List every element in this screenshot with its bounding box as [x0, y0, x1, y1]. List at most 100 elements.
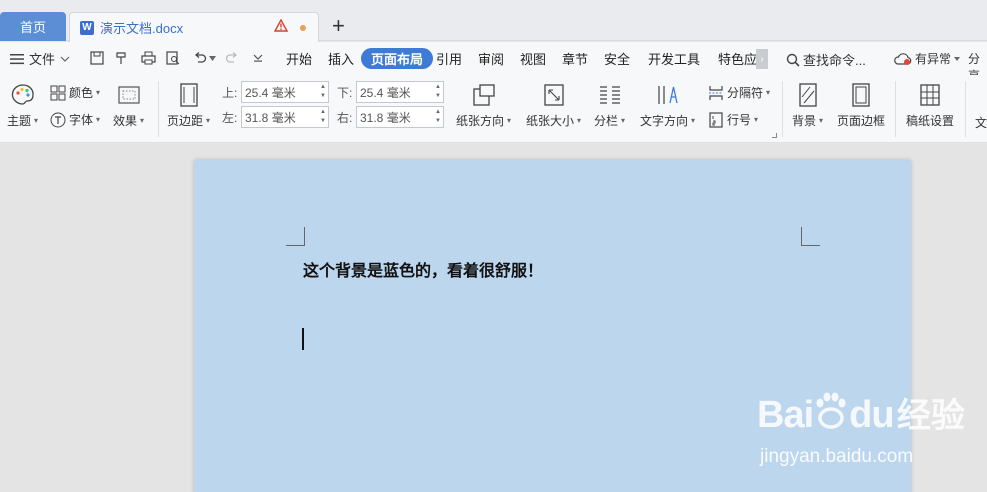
- bottom-margin-value: 25.4 毫米: [360, 85, 411, 100]
- color-scheme-icon: [50, 85, 66, 100]
- breaks-label: 分隔符: [727, 86, 764, 100]
- text-direction-label: 文字方向: [640, 114, 689, 128]
- warning-icon[interactable]: [273, 18, 289, 35]
- right-margin-input[interactable]: 31.8 毫米 ▲ ▼: [356, 106, 444, 128]
- margin-corner-mark: [801, 227, 820, 246]
- watermark-brand-du: du: [849, 394, 894, 436]
- font-scheme-button[interactable]: 字体 ▾: [50, 111, 100, 128]
- right-margin-label: 右:: [337, 111, 353, 125]
- text-direction-button[interactable]: 文字方向 ▾: [640, 83, 695, 129]
- font-scheme-label: 字体: [69, 113, 94, 127]
- dialog-launcher-icon[interactable]: [772, 133, 777, 138]
- customize-toolbar-icon[interactable]: [250, 50, 266, 66]
- page-border-button[interactable]: 页面边框: [837, 83, 885, 129]
- manuscript-settings-label: 稿纸设置: [906, 114, 955, 128]
- caret-down-icon: ▾: [577, 116, 582, 125]
- tab-insert[interactable]: 插入: [328, 48, 354, 69]
- cloud-warning-icon: [894, 52, 912, 65]
- caret-down-icon: ▾: [96, 88, 101, 97]
- new-tab-button[interactable]: +: [332, 14, 345, 38]
- search-placeholder: 查找命令...: [803, 53, 866, 68]
- tab-features[interactable]: 特色应: [718, 48, 757, 69]
- columns-button[interactable]: 分栏 ▾: [594, 83, 625, 129]
- tab-developer[interactable]: 开发工具: [648, 48, 700, 69]
- spinner-arrows-icon[interactable]: ▲ ▼: [320, 83, 326, 101]
- watermark-brand: Bai: [757, 394, 814, 436]
- tab-home[interactable]: 首页: [0, 12, 66, 41]
- manuscript-grid-icon: [920, 84, 940, 106]
- chevron-down-icon: [60, 56, 70, 62]
- tab-page-layout[interactable]: 页面布局: [361, 48, 434, 69]
- undo-icon[interactable]: [192, 50, 208, 66]
- margins-button[interactable]: 页边距 ▾: [167, 83, 210, 129]
- top-margin-input[interactable]: 25.4 毫米 ▲ ▼: [241, 81, 329, 103]
- tab-security[interactable]: 安全: [604, 48, 630, 69]
- format-painter-icon[interactable]: [114, 50, 130, 66]
- caret-down-icon: ▾: [754, 115, 759, 124]
- paw-logo-icon: [816, 392, 846, 429]
- background-button[interactable]: 背景 ▾: [792, 83, 823, 129]
- print-icon[interactable]: [140, 50, 156, 66]
- line-numbers-button[interactable]: 行号 ▾: [708, 111, 758, 128]
- palette-icon: [11, 84, 34, 105]
- spinner-arrows-icon[interactable]: ▲ ▼: [320, 108, 326, 126]
- caret-down-icon: ▾: [206, 116, 211, 125]
- effects-icon: [117, 86, 140, 104]
- effects-label: 效果: [113, 114, 138, 128]
- ribbon-page-layout: 主题 ▾ 颜色 ▾ 字体 ▾ 效果 ▾ 页边距 ▾ 上: 25.4 毫米 ▲ ▼ 左: 31.…: [0, 75, 987, 143]
- unsaved-dot-icon[interactable]: [300, 25, 306, 31]
- tab-chapter[interactable]: 章节: [562, 48, 588, 69]
- tab-document[interactable]: W 演示文档.docx: [69, 12, 319, 42]
- file-menu-button[interactable]: 文件: [10, 42, 70, 75]
- word-doc-icon: W: [80, 20, 94, 35]
- theme-label: 主题: [7, 114, 32, 128]
- menu-bar: 文件 开始 插入 页面布局 引用 审阅 视图 章节 安全 开发工具 特色应 › …: [0, 42, 987, 83]
- left-margin-input[interactable]: 31.8 毫米 ▲ ▼: [241, 106, 329, 128]
- caret-down-icon: ▾: [766, 88, 771, 97]
- paper-size-label: 纸张大小: [526, 114, 575, 128]
- margins-label: 页边距: [167, 114, 204, 128]
- save-icon[interactable]: [89, 50, 105, 66]
- spinner-arrows-icon[interactable]: ▲ ▼: [435, 83, 441, 101]
- command-search[interactable]: 查找命令...: [786, 50, 866, 69]
- document-paragraph[interactable]: 这个背景是蓝色的，看着很舒服！: [303, 257, 543, 281]
- sync-status[interactable]: 有异常: [894, 50, 961, 67]
- page-border-icon: [852, 83, 870, 107]
- caret-down-icon: [954, 56, 961, 61]
- background-label: 背景: [792, 114, 817, 128]
- line-numbers-label: 行号: [727, 113, 752, 127]
- paper-size-button[interactable]: 纸张大小 ▾: [526, 83, 581, 129]
- tab-bar: 首页 W 演示文档.docx +: [0, 0, 987, 42]
- tab-references[interactable]: 引用: [436, 48, 462, 69]
- color-button[interactable]: 颜色 ▾: [50, 84, 100, 101]
- right-margin-value: 31.8 毫米: [360, 110, 411, 125]
- manuscript-settings-button[interactable]: 稿纸设置: [906, 83, 954, 129]
- watermark-url: jingyan.baidu.com: [760, 446, 914, 467]
- chevron-right-icon: ›: [760, 53, 764, 65]
- caret-down-icon: ▾: [140, 116, 145, 125]
- tab-review[interactable]: 审阅: [478, 48, 504, 69]
- tab-start[interactable]: 开始: [286, 48, 312, 69]
- orientation-button[interactable]: 纸张方向 ▾: [456, 83, 511, 129]
- paper-size-icon: [543, 84, 564, 106]
- hamburger-icon: [10, 53, 24, 64]
- tab-view[interactable]: 视图: [520, 48, 546, 69]
- text-wrap-button-cut[interactable]: 文: [975, 114, 987, 131]
- orientation-label: 纸张方向: [456, 114, 505, 128]
- breaks-button[interactable]: 分隔符 ▾: [708, 84, 770, 101]
- more-tabs-button[interactable]: ›: [756, 49, 768, 69]
- theme-button[interactable]: 主题 ▾: [7, 83, 38, 129]
- caret-down-icon: ▾: [819, 116, 824, 125]
- tab-home-label: 首页: [19, 20, 46, 35]
- effects-button[interactable]: 效果 ▾: [113, 83, 144, 129]
- undo-dropdown-icon[interactable]: [208, 50, 216, 66]
- document-page[interactable]: 这个背景是蓝色的，看着很舒服！: [194, 160, 911, 492]
- redo-icon[interactable]: [224, 50, 240, 66]
- caret-down-icon: ▾: [691, 116, 696, 125]
- print-preview-icon[interactable]: [165, 50, 181, 66]
- spinner-arrows-icon[interactable]: ▲ ▼: [435, 108, 441, 126]
- bottom-margin-input[interactable]: 25.4 毫米 ▲ ▼: [356, 81, 444, 103]
- page-orientation-icon: [472, 84, 495, 106]
- caret-down-icon: ▾: [34, 116, 39, 125]
- top-margin-value: 25.4 毫米: [245, 85, 296, 100]
